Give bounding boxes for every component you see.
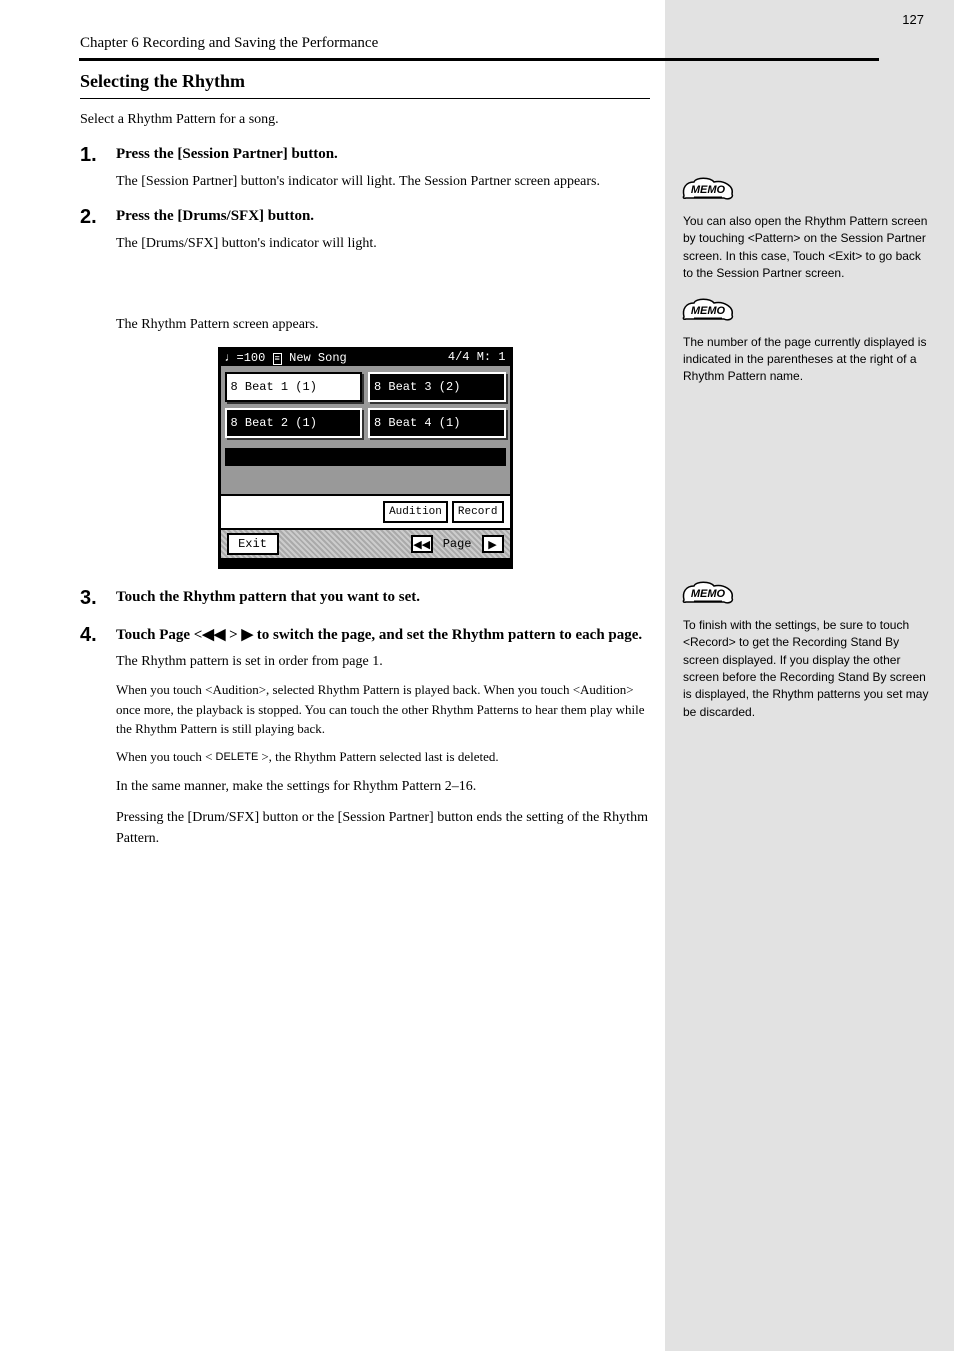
lcd-strip	[225, 448, 506, 466]
step-1-label: Press the [Session Partner] button.	[116, 144, 650, 167]
step-number: 3.	[80, 587, 116, 610]
delete-button-ref: DELETE	[213, 749, 262, 766]
rule-thin	[80, 98, 650, 99]
step-4-body1: The Rhythm pattern is set in order from …	[116, 651, 650, 672]
page-next-icon[interactable]: ▶	[482, 535, 504, 553]
step-4-body3: In the same manner, make the settings fo…	[116, 776, 650, 797]
memo-note-3: To finish with the settings, be sure to …	[665, 617, 954, 721]
pattern-8beat2[interactable]: 8 Beat 2 (1)	[225, 408, 363, 438]
exit-button[interactable]: Exit	[227, 533, 279, 555]
page-prev-icon: ◀◀	[202, 626, 225, 643]
memo-note-2: The number of the page currently display…	[665, 334, 954, 386]
memo-icon: MEMO	[680, 580, 736, 611]
pattern-8beat1[interactable]: 8 Beat 1 (1)	[225, 372, 363, 402]
step-2-tail: The Rhythm Pattern screen appears.	[116, 314, 650, 335]
svg-text:MEMO: MEMO	[691, 305, 726, 317]
page-number: 127	[902, 12, 924, 27]
lcd-header: ♩=100 ≡ New Song 4/4 M: 1	[219, 348, 512, 366]
memo-icon: MEMO	[680, 176, 736, 207]
audition-button[interactable]: Audition	[383, 501, 448, 523]
step-2-body: The [Drums/SFX] button's indicator will …	[116, 233, 650, 254]
svg-text:MEMO: MEMO	[691, 184, 726, 196]
record-button[interactable]: Record	[452, 501, 504, 523]
step-number: 2.	[80, 206, 116, 229]
step-3-label: Touch the Rhythm pattern that you want t…	[116, 587, 650, 610]
step-4-body4: Pressing the [Drum/SFX] button or the [S…	[116, 807, 650, 849]
step-2-label: Press the [Drums/SFX] button.	[116, 206, 650, 229]
step-4-label: Touch Page <◀◀ > ▶ to switch the page, a…	[116, 624, 650, 647]
rule-thick	[79, 58, 879, 61]
step-4-audition-note: When you touch <Audition>, selected Rhyt…	[116, 680, 650, 739]
step-4-delete-note: When you touch <DELETE>, the Rhythm Patt…	[116, 747, 650, 767]
page-prev-icon[interactable]: ◀◀	[411, 535, 433, 553]
pattern-8beat3[interactable]: 8 Beat 3 (2)	[368, 372, 506, 402]
rhythm-pattern-screen: ♩=100 ≡ New Song 4/4 M: 1 8 Beat 1 (1) 8…	[218, 347, 513, 569]
svg-text:MEMO: MEMO	[691, 588, 726, 600]
running-head: Chapter 6 Recording and Saving the Perfo…	[80, 35, 650, 52]
page-label: Page	[439, 537, 476, 551]
step-1-body: The [Session Partner] button's indicator…	[116, 171, 650, 192]
page-next-icon: ▶	[241, 626, 253, 643]
memo-icon: MEMO	[680, 297, 736, 328]
step-number: 1.	[80, 144, 116, 167]
intro-text: Select a Rhythm Pattern for a song.	[80, 109, 650, 130]
section-heading: Selecting the Rhythm	[80, 71, 650, 92]
step-number: 4.	[80, 624, 116, 647]
memo-note-1: You can also open the Rhythm Pattern scr…	[665, 213, 954, 283]
pattern-8beat4[interactable]: 8 Beat 4 (1)	[368, 408, 506, 438]
